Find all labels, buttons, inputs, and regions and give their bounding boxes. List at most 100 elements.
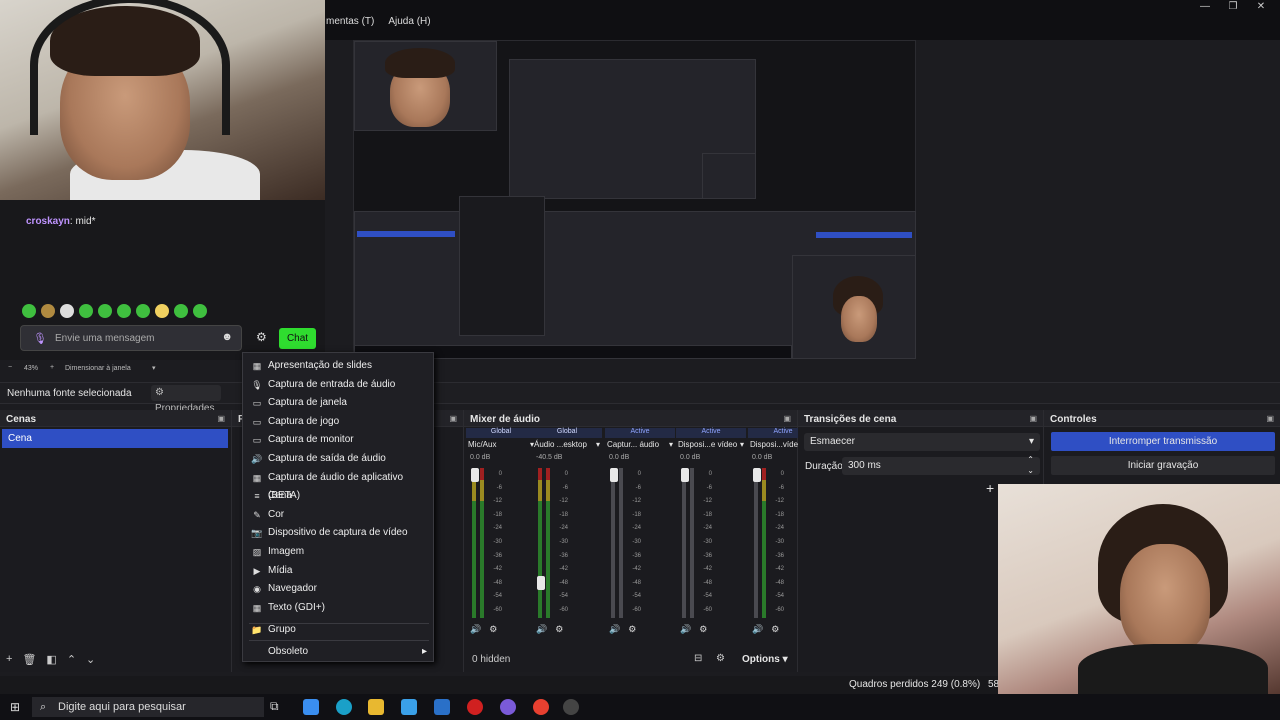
emote-icon[interactable] — [60, 304, 74, 318]
trash-icon[interactable]: 🗑 — [22, 653, 36, 666]
context-menu-item[interactable]: 🎙 Captura de entrada de áudio — [243, 376, 433, 394]
context-menu-item[interactable]: ▦ Texto (GDI+) — [243, 599, 433, 617]
start-record-button[interactable]: Iniciar gravação — [1051, 456, 1275, 475]
context-menu-item[interactable]: ▭ Captura de jogo — [243, 413, 433, 431]
layout-icon[interactable]: ⊟ — [694, 653, 702, 664]
task-view-icon[interactable]: ⧉ — [270, 699, 279, 714]
maximize-icon[interactable]: ❐ — [1218, 0, 1248, 14]
chevron-up-icon[interactable]: ⌃ — [67, 653, 76, 666]
obs-icon[interactable] — [563, 699, 579, 715]
chat-input[interactable]: 🎙 Envie uma mensagem ☻ — [20, 325, 242, 351]
preview-canvas[interactable] — [353, 40, 916, 359]
chrome-icon[interactable] — [533, 699, 549, 715]
add-icon[interactable]: + — [6, 653, 12, 666]
zoom-in-icon[interactable]: + — [50, 364, 54, 371]
dock-float-icon[interactable]: ▣ — [1266, 414, 1274, 423]
chevron-down-icon[interactable]: ▾ — [152, 364, 156, 372]
mixer-settings-icon[interactable]: ⚙ — [716, 653, 725, 664]
speaker-icon[interactable]: 🔊 — [680, 624, 691, 635]
context-menu-item[interactable]: ◉ Navegador — [243, 580, 433, 598]
channel-db: 0.0 dB — [470, 454, 491, 461]
volume-fader[interactable] — [681, 468, 689, 482]
speaker-icon[interactable]: 🔊 — [536, 624, 547, 635]
stepper-icon[interactable]: ⌃ ⌄ — [1027, 454, 1034, 476]
channel-settings-icon[interactable]: ⚙ — [699, 624, 707, 635]
context-menu-item[interactable]: 📷 Dispositivo de captura de vídeo — [243, 524, 433, 542]
emote-icon[interactable] — [98, 304, 112, 318]
menu-help[interactable]: Ajuda (H) — [388, 16, 430, 32]
emote-icon[interactable] — [117, 304, 131, 318]
channel-name[interactable]: Mic/Aux — [468, 440, 496, 449]
scene-item[interactable]: Cena — [2, 429, 228, 448]
filter-icon[interactable]: ◧ — [46, 653, 56, 666]
context-menu-item[interactable]: 🔊 Captura de saída de áudio — [243, 450, 433, 468]
menu-tools[interactable]: mentas (T) — [326, 16, 374, 32]
context-menu-item[interactable]: ▦ Apresentação de slides — [243, 357, 433, 375]
file-explorer-icon[interactable] — [368, 699, 384, 715]
edge-icon[interactable] — [336, 699, 352, 715]
dock-float-icon[interactable]: ▣ — [217, 414, 225, 423]
emote-icon[interactable] — [136, 304, 150, 318]
mixer-hidden-count[interactable]: 0 hidden — [472, 654, 510, 665]
add-icon[interactable]: + — [986, 480, 994, 496]
speaker-icon[interactable]: 🔊 — [470, 624, 481, 635]
volume-meter — [611, 468, 615, 618]
duration-spinbox[interactable]: 300 ms ⌃ ⌄ — [842, 454, 1040, 476]
transition-select[interactable]: Esmaecer ▾ — [804, 433, 1040, 451]
emote-icon[interactable] — [193, 304, 207, 318]
chevron-down-icon[interactable]: ▾ — [596, 440, 600, 449]
emote-icon[interactable] — [174, 304, 188, 318]
emote-icon[interactable] — [41, 304, 55, 318]
zoom-out-icon[interactable]: − — [8, 364, 12, 371]
minimize-icon[interactable]: — — [1190, 0, 1220, 14]
emote-icon[interactable] — [155, 304, 169, 318]
dock-float-icon[interactable]: ▣ — [1029, 414, 1037, 423]
channel-name[interactable]: Disposi...e vídeo — [678, 440, 737, 449]
context-menu-item[interactable]: ▨ Imagem — [243, 543, 433, 561]
context-menu-item[interactable]: ▶ Mídia — [243, 562, 433, 580]
context-menu-item[interactable]: ▭ Captura de monitor — [243, 431, 433, 449]
speaker-icon[interactable]: 🔊 — [752, 624, 763, 635]
microphone-icon[interactable]: 🎙 — [33, 332, 47, 345]
dock-float-icon[interactable]: ▣ — [783, 414, 791, 423]
emote-icon[interactable] — [22, 304, 36, 318]
opera-icon[interactable] — [467, 699, 483, 715]
chevron-down-icon[interactable]: ⌄ — [86, 653, 95, 666]
channel-name[interactable]: Captur... áudio — [607, 440, 659, 449]
channel-settings-icon[interactable]: ⚙ — [555, 624, 563, 635]
store-icon[interactable] — [401, 699, 417, 715]
channel-settings-icon[interactable]: ⚙ — [771, 624, 779, 635]
close-icon[interactable]: ✕ — [1246, 0, 1276, 14]
context-menu-item[interactable]: ▦ Captura de áudio de aplicativo (BETA) — [243, 469, 433, 501]
context-menu-label: Captura de jogo — [268, 415, 340, 427]
emote-icon[interactable] — [79, 304, 93, 318]
gear-icon[interactable]: ⚙ — [256, 330, 267, 344]
scale-mode[interactable]: Dimensionar à janela — [65, 365, 131, 372]
context-menu-item[interactable]: ▭ Captura de janela — [243, 394, 433, 412]
copilot-icon[interactable] — [303, 699, 319, 715]
context-menu-group[interactable]: 📁 Grupo — [243, 621, 433, 639]
context-menu-item[interactable]: ≡ Cena — [243, 487, 433, 505]
mail-icon[interactable] — [434, 699, 450, 715]
context-menu-item[interactable]: ✎ Cor — [243, 506, 433, 524]
dock-float-icon[interactable]: ▣ — [449, 414, 457, 423]
chat-send-button[interactable]: Chat — [279, 328, 316, 349]
volume-fader[interactable] — [537, 576, 545, 590]
speaker-icon[interactable]: 🔊 — [609, 624, 620, 635]
chevron-down-icon[interactable]: ▾ — [669, 440, 673, 449]
taskbar-search[interactable]: ⌕ Digite aqui para pesquisar — [32, 697, 264, 717]
windows-start-icon[interactable]: ⊞ — [10, 700, 20, 714]
mixer-options-button[interactable]: Options ▾ — [742, 654, 788, 665]
volume-fader[interactable] — [753, 468, 761, 482]
volume-fader[interactable] — [610, 468, 618, 482]
context-menu-obsolete[interactable]: Obsoleto ▸ — [243, 643, 433, 661]
channel-settings-icon[interactable]: ⚙ — [489, 624, 497, 635]
channel-name[interactable]: Áudio ...esktop — [534, 440, 587, 449]
volume-fader[interactable] — [471, 468, 479, 482]
emoji-icon[interactable]: ☻ — [221, 331, 233, 343]
stop-stream-button[interactable]: Interromper transmissão — [1051, 432, 1275, 451]
chevron-down-icon[interactable]: ▾ — [740, 440, 744, 449]
properties-button[interactable]: ⚙ Propriedades — [151, 385, 221, 414]
app-icon[interactable] — [500, 699, 516, 715]
channel-settings-icon[interactable]: ⚙ — [628, 624, 636, 635]
